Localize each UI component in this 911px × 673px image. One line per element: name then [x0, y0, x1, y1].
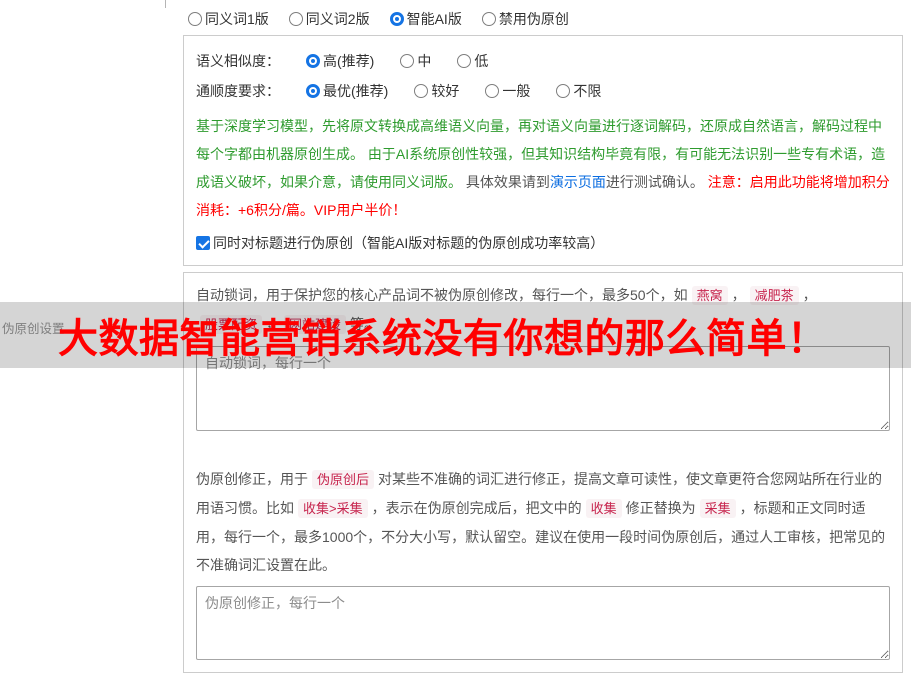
- radio-icon[interactable]: [400, 54, 415, 68]
- similarity-option-label: 低: [474, 53, 489, 69]
- mode-option-disable[interactable]: 禁用伪原创: [481, 9, 569, 29]
- radio-icon[interactable]: [188, 12, 202, 26]
- mode-option-synonym2[interactable]: 同义词2版: [288, 9, 370, 29]
- similarity-radio-group: 语义相似度： 高(推荐) 中 低: [196, 46, 890, 76]
- fluency-option-label: 一般: [502, 83, 531, 99]
- correction-description: 伪原创修正，用于 伪原创后 对某些不准确的词汇进行修正，提高文章可读性，使文章更符合…: [196, 465, 890, 579]
- correction-word-to: 采集: [699, 499, 736, 518]
- radio-icon[interactable]: [288, 12, 303, 26]
- checkbox-checked-icon[interactable]: [196, 236, 210, 250]
- radio-icon[interactable]: [485, 84, 500, 98]
- mode-option-label: 同义词2版: [305, 11, 370, 27]
- keyword-separator: ，: [266, 316, 281, 332]
- correction-example: 收集>采集: [298, 499, 368, 518]
- fluency-radio-group: 通顺度要求： 最优(推荐) 较好 一般 不限: [196, 76, 890, 106]
- radio-checked-icon[interactable]: [389, 12, 404, 26]
- similarity-option-low[interactable]: 低: [457, 51, 488, 71]
- radio-checked-icon[interactable]: [306, 54, 320, 68]
- mode-option-synonym1[interactable]: 同义词1版: [188, 9, 269, 29]
- ai-description-plain: 具体效果请到: [462, 174, 550, 190]
- fluency-option-best[interactable]: 最优(推荐): [306, 81, 388, 101]
- correction-textarea[interactable]: [196, 586, 890, 660]
- keyword-separator: ，: [802, 287, 817, 303]
- ai-settings-panel: 语义相似度： 高(推荐) 中 低 通顺度要求： 最优(推荐) 较好 一般 不限 …: [183, 35, 903, 266]
- ai-description-plain2: 进行测试确认。: [605, 174, 708, 190]
- lock-words-panel: 自动锁词，用于保护您的核心产品词不被伪原创修改，每行一个，最多50个，如 燕窝，减…: [183, 272, 903, 673]
- example-keyword: 网站建设: [284, 315, 347, 334]
- title-checkbox-label: 同时对标题进行伪原创（智能AI版对标题的伪原创成功率较高）: [213, 235, 605, 251]
- radio-icon[interactable]: [414, 84, 429, 98]
- similarity-option-high[interactable]: 高(推荐): [306, 51, 374, 71]
- fluency-option-unlimited[interactable]: 不限: [556, 81, 601, 101]
- mode-option-smart-ai[interactable]: 智能AI版: [389, 9, 462, 29]
- similarity-option-label: 高(推荐): [323, 53, 375, 69]
- keyword-separator: ，: [731, 287, 746, 303]
- fluency-option-label: 较好: [431, 83, 460, 99]
- radio-icon[interactable]: [481, 12, 496, 26]
- similarity-option-label: 中: [417, 53, 432, 69]
- demo-page-link[interactable]: 演示页面: [550, 174, 606, 190]
- example-keyword: 股票配资: [200, 315, 263, 334]
- similarity-label: 语义相似度：: [196, 53, 280, 69]
- fluency-label: 通顺度要求：: [196, 83, 280, 99]
- pseudo-original-settings: 同义词1版 同义词2版 智能AI版 禁用伪原创 语义相似度： 高(推荐) 中 低…: [183, 0, 905, 673]
- correction-text: 修正替换为: [625, 500, 696, 516]
- mode-option-label: 智能AI版: [406, 11, 462, 27]
- form-row-label: 伪原创设置: [2, 322, 65, 336]
- fluency-option-label: 最优(推荐): [323, 83, 389, 99]
- correction-text: ，表示在伪原创完成后，把文中的: [371, 500, 582, 516]
- mode-radio-group: 同义词1版 同义词2版 智能AI版 禁用伪原创: [188, 9, 905, 29]
- lock-words-textarea[interactable]: [196, 346, 890, 431]
- example-keyword: 减肥茶: [749, 286, 799, 305]
- mode-option-label: 同义词1版: [205, 11, 269, 27]
- radio-icon[interactable]: [457, 54, 472, 68]
- correction-tag: 伪原创后: [312, 470, 375, 489]
- correction-word-from: 收集: [585, 499, 622, 518]
- lock-words-description: 自动锁词，用于保护您的核心产品词不被伪原创修改，每行一个，最多50个，如 燕窝，减…: [196, 281, 890, 339]
- lock-words-text: 自动锁词，用于保护您的核心产品词不被伪原创修改，每行一个，最多50个，如: [196, 287, 688, 303]
- example-keyword: 燕窝: [691, 286, 728, 305]
- similarity-option-medium[interactable]: 中: [400, 51, 431, 71]
- radio-checked-icon[interactable]: [306, 84, 320, 98]
- fluency-option-label: 不限: [573, 83, 602, 99]
- cropped-element-edge: [165, 0, 166, 8]
- fluency-option-better[interactable]: 较好: [414, 81, 459, 101]
- ai-description: 基于深度学习模型，先将原文转换成高维语义向量，再对语义向量进行逐词解码，还原成自…: [196, 112, 890, 224]
- mode-option-label: 禁用伪原创: [498, 11, 569, 27]
- fluency-option-normal[interactable]: 一般: [485, 81, 530, 101]
- radio-icon[interactable]: [556, 84, 571, 98]
- lock-words-text-tail: 等。: [350, 316, 379, 332]
- title-pseudo-original-checkbox-row[interactable]: 同时对标题进行伪原创（智能AI版对标题的伪原创成功率较高）: [196, 233, 890, 253]
- correction-text: 伪原创修正，用于: [196, 471, 308, 487]
